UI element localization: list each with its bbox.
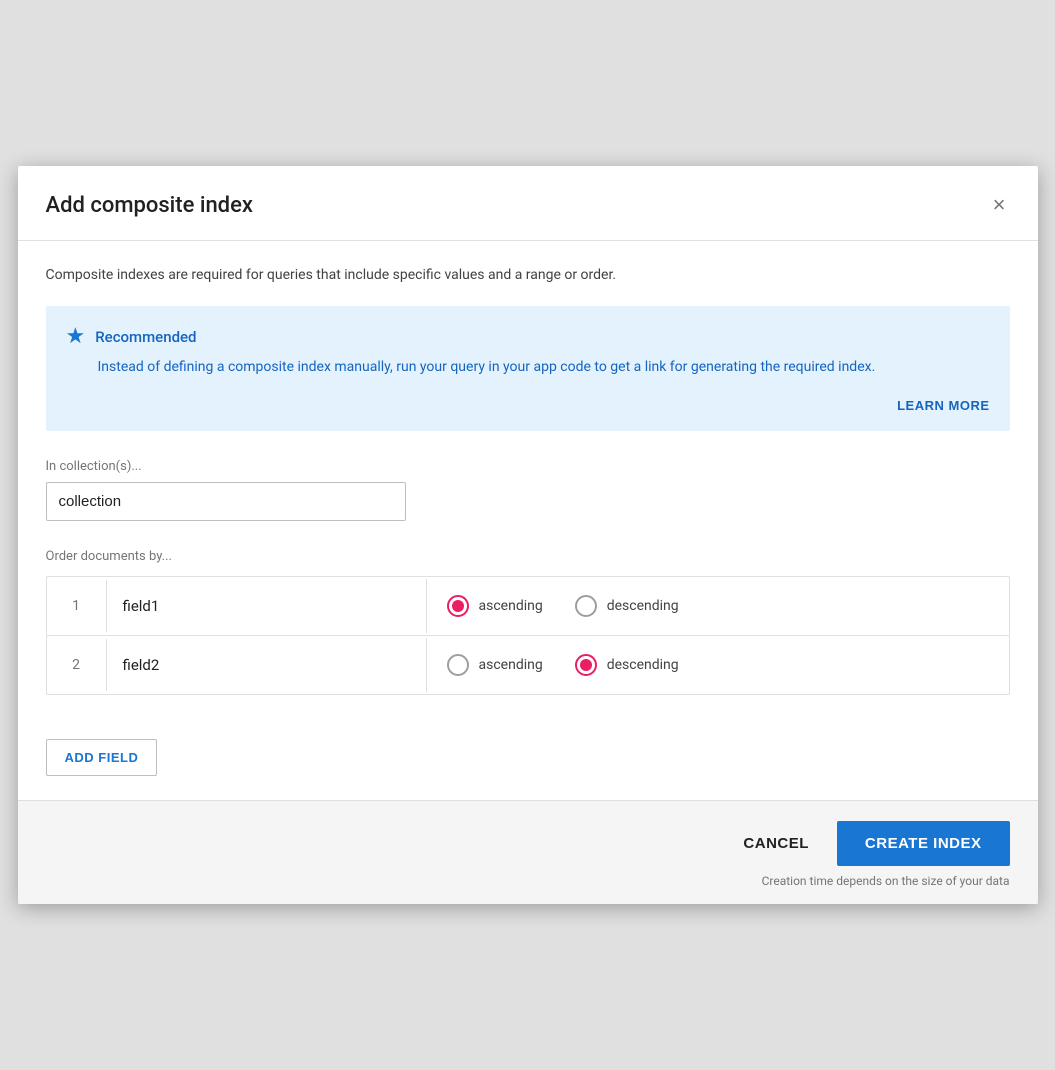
ascending-label-2: ascending bbox=[479, 657, 543, 673]
footer-note: Creation time depends on the size of you… bbox=[762, 874, 1010, 888]
descending-radio-1[interactable] bbox=[575, 595, 597, 617]
descending-radio-2[interactable] bbox=[575, 654, 597, 676]
dialog-header: Add composite index × bbox=[18, 166, 1038, 241]
recommendation-box: ★ Recommended Instead of defining a comp… bbox=[46, 306, 1010, 431]
field-name-2: field2 bbox=[107, 638, 427, 692]
create-index-button[interactable]: CREATE INDEX bbox=[837, 821, 1010, 866]
cancel-button[interactable]: CANCEL bbox=[719, 821, 833, 866]
close-button[interactable]: × bbox=[989, 190, 1010, 220]
descending-option-2[interactable]: descending bbox=[575, 654, 679, 676]
table-row: 2 field2 ascending descending bbox=[47, 636, 1009, 694]
ascending-label-1: ascending bbox=[479, 598, 543, 614]
descending-label-2: descending bbox=[607, 657, 679, 673]
add-composite-index-dialog: Add composite index × Composite indexes … bbox=[18, 166, 1038, 904]
ascending-option-2[interactable]: ascending bbox=[447, 654, 543, 676]
field-options-2: ascending descending bbox=[427, 636, 1009, 694]
learn-more-button[interactable]: LEARN MORE bbox=[897, 394, 989, 417]
order-section: Order documents by... 1 field1 ascending bbox=[46, 549, 1010, 695]
dialog-footer: CANCEL CREATE INDEX Creation time depend… bbox=[18, 800, 1038, 904]
star-icon: ★ bbox=[66, 324, 86, 349]
collection-input[interactable] bbox=[46, 482, 406, 521]
recommendation-header: ★ Recommended bbox=[66, 324, 990, 349]
field-name-1: field1 bbox=[107, 579, 427, 633]
fields-table: 1 field1 ascending descending bbox=[46, 576, 1010, 695]
footer-buttons: CANCEL CREATE INDEX bbox=[719, 821, 1009, 866]
add-field-button[interactable]: ADD FIELD bbox=[46, 739, 158, 776]
descending-label-1: descending bbox=[607, 598, 679, 614]
ascending-radio-2[interactable] bbox=[447, 654, 469, 676]
collection-label: In collection(s)... bbox=[46, 459, 1010, 474]
recommendation-title: Recommended bbox=[95, 328, 196, 346]
table-row: 1 field1 ascending descending bbox=[47, 577, 1009, 636]
ascending-radio-1[interactable] bbox=[447, 595, 469, 617]
descending-option-1[interactable]: descending bbox=[575, 595, 679, 617]
learn-more-row: LEARN MORE bbox=[66, 394, 990, 417]
field-number-1: 1 bbox=[47, 580, 107, 632]
dialog-title: Add composite index bbox=[46, 193, 253, 218]
dialog-body: Composite indexes are required for queri… bbox=[18, 241, 1038, 800]
order-label: Order documents by... bbox=[46, 549, 1010, 564]
field-options-1: ascending descending bbox=[427, 577, 1009, 635]
field-number-2: 2 bbox=[47, 639, 107, 691]
recommendation-text: Instead of defining a composite index ma… bbox=[98, 357, 990, 378]
description-text: Composite indexes are required for queri… bbox=[46, 265, 1010, 286]
ascending-option-1[interactable]: ascending bbox=[447, 595, 543, 617]
